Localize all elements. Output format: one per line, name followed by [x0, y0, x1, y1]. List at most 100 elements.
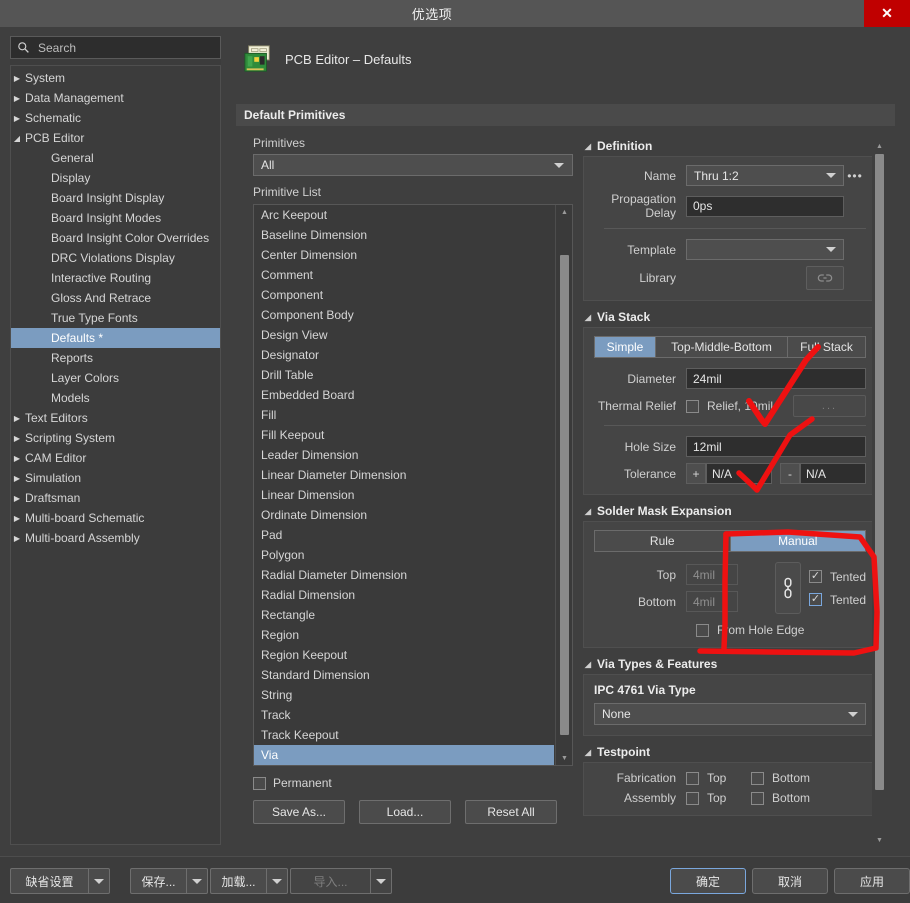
sidebar-item-multi-board-assembly[interactable]: ▶Multi-board Assembly [11, 528, 220, 548]
primitive-list-scrollbar[interactable]: ▲ ▼ [555, 205, 572, 765]
scroll-up-icon[interactable]: ▲ [556, 205, 573, 219]
sidebar-item-true-type-fonts[interactable]: True Type Fonts [11, 308, 220, 328]
primitive-list-item[interactable]: Radial Dimension [254, 585, 554, 605]
thermal-relief-more-button[interactable]: ... [793, 395, 866, 417]
sidebar-item-multi-board-schematic[interactable]: ▶Multi-board Schematic [11, 508, 220, 528]
sidebar-item-layer-colors[interactable]: Layer Colors [11, 368, 220, 388]
primitive-list-item[interactable]: Fill Keepout [254, 425, 554, 445]
primitive-list-item[interactable]: Rectangle [254, 605, 554, 625]
sidebar-item-schematic[interactable]: ▶Schematic [11, 108, 220, 128]
bottom-tented-checkbox[interactable] [809, 593, 822, 606]
expander-collapsed-icon[interactable]: ▶ [11, 434, 23, 443]
primitive-list-item[interactable]: Linear Diameter Dimension [254, 465, 554, 485]
via-types-group-header[interactable]: ◢ Via Types & Features [583, 654, 877, 674]
expander-collapsed-icon[interactable]: ▶ [11, 514, 23, 523]
primitive-list-item[interactable]: Radial Diameter Dimension [254, 565, 554, 585]
library-link-button[interactable] [806, 266, 844, 290]
expander-collapse-icon[interactable]: ◢ [583, 507, 593, 516]
primitives-filter-select[interactable]: All [253, 154, 573, 176]
via-stack-mode-full-stack[interactable]: Full Stack [788, 336, 866, 358]
expander-collapsed-icon[interactable]: ▶ [11, 534, 23, 543]
expander-collapse-icon[interactable]: ◢ [583, 748, 593, 757]
sidebar-item-draftsman[interactable]: ▶Draftsman [11, 488, 220, 508]
primitive-list-item[interactable]: Standard Dimension [254, 665, 554, 685]
assembly-bottom-checkbox[interactable] [751, 792, 764, 805]
primitive-list-item[interactable]: Drill Table [254, 365, 554, 385]
sidebar-item-pcb-editor[interactable]: ◢PCB Editor [11, 128, 220, 148]
scrollbar-thumb[interactable] [560, 255, 569, 735]
permanent-checkbox[interactable] [253, 777, 266, 790]
sidebar-item-simulation[interactable]: ▶Simulation [11, 468, 220, 488]
expander-collapsed-icon[interactable]: ▶ [11, 494, 23, 503]
defaults-dropdown-arrow[interactable] [88, 868, 110, 894]
primitive-list-item[interactable]: Track [254, 705, 554, 725]
properties-scrollbar[interactable]: ▲ ▼ [872, 140, 887, 846]
diameter-input[interactable]: 24mil [686, 368, 866, 389]
via-stack-mode-segmented[interactable]: Simple Top-Middle-Bottom Full Stack [594, 336, 866, 358]
fabrication-top-checkbox[interactable] [686, 772, 699, 785]
mask-top-input[interactable]: 4mil [686, 564, 738, 585]
solder-mask-mode-segmented[interactable]: Rule Manual [594, 530, 866, 552]
expander-expanded-icon[interactable]: ◢ [11, 134, 23, 143]
load-dropdown-arrow[interactable] [266, 868, 288, 894]
sidebar-item-interactive-routing[interactable]: Interactive Routing [11, 268, 220, 288]
expander-collapse-icon[interactable]: ◢ [583, 660, 593, 669]
primitive-list-item[interactable]: Baseline Dimension [254, 225, 554, 245]
primitive-list-item[interactable]: Region [254, 625, 554, 645]
solder-mask-group-header[interactable]: ◢ Solder Mask Expansion [583, 501, 877, 521]
via-stack-mode-top-middle-bottom[interactable]: Top-Middle-Bottom [656, 336, 788, 358]
primitive-list-item[interactable]: Polygon [254, 545, 554, 565]
close-icon[interactable]: ✕ [864, 0, 910, 27]
name-select[interactable]: Thru 1:2 [686, 165, 844, 186]
primitive-list-item[interactable]: Fill [254, 405, 554, 425]
sidebar-item-general[interactable]: General [11, 148, 220, 168]
primitive-list-item[interactable]: Pad [254, 525, 554, 545]
sidebar-item-scripting-system[interactable]: ▶Scripting System [11, 428, 220, 448]
template-select[interactable] [686, 239, 844, 260]
sidebar-item-models[interactable]: Models [11, 388, 220, 408]
sidebar-item-data-management[interactable]: ▶Data Management [11, 88, 220, 108]
expander-collapsed-icon[interactable]: ▶ [11, 474, 23, 483]
expander-collapsed-icon[interactable]: ▶ [11, 94, 23, 103]
via-stack-group-header[interactable]: ◢ Via Stack [583, 307, 877, 327]
sidebar-item-board-insight-display[interactable]: Board Insight Display [11, 188, 220, 208]
primitive-list-item[interactable]: Designator [254, 345, 554, 365]
primitive-list[interactable]: Arc KeepoutBaseline DimensionCenter Dime… [254, 205, 554, 765]
load-button[interactable]: Load... [359, 800, 451, 824]
mask-bottom-input[interactable]: 4mil [686, 591, 738, 612]
solder-mask-mode-rule[interactable]: Rule [594, 530, 731, 552]
sidebar-item-board-insight-modes[interactable]: Board Insight Modes [11, 208, 220, 228]
primitive-list-item[interactable]: Component [254, 285, 554, 305]
top-tented-checkbox[interactable] [809, 570, 822, 583]
sidebar-item-system[interactable]: ▶System [11, 68, 220, 88]
sidebar-item-cam-editor[interactable]: ▶CAM Editor [11, 448, 220, 468]
testpoint-group-header[interactable]: ◢ Testpoint [583, 742, 877, 762]
search-input[interactable] [36, 40, 214, 56]
save-as-button[interactable]: Save As... [253, 800, 345, 824]
ok-button[interactable]: 确定 [670, 868, 746, 894]
permanent-checkbox-row[interactable]: Permanent [253, 776, 573, 790]
primitive-list-item[interactable]: Linear Dimension [254, 485, 554, 505]
scrollbar-thumb[interactable] [875, 154, 884, 790]
cancel-button[interactable]: 取消 [752, 868, 828, 894]
primitive-list-item[interactable]: Region Keepout [254, 645, 554, 665]
save-dropdown-arrow[interactable] [186, 868, 208, 894]
load-button[interactable]: 加载... [210, 868, 266, 894]
fabrication-bottom-checkbox[interactable] [751, 772, 764, 785]
primitive-list-item[interactable]: Ordinate Dimension [254, 505, 554, 525]
sidebar-item-reports[interactable]: Reports [11, 348, 220, 368]
sidebar-item-text-editors[interactable]: ▶Text Editors [11, 408, 220, 428]
primitive-list-item[interactable]: Track Keepout [254, 725, 554, 745]
scroll-up-icon[interactable]: ▲ [872, 140, 887, 152]
primitive-list-item[interactable]: Design View [254, 325, 554, 345]
scroll-down-icon[interactable]: ▼ [872, 834, 887, 846]
load-split-button[interactable]: 加载... [210, 868, 288, 894]
name-more-button[interactable]: ••• [844, 169, 866, 183]
apply-button[interactable]: 应用 [834, 868, 910, 894]
search-box[interactable] [10, 36, 221, 59]
tolerance-plus-input[interactable]: N/A [706, 463, 772, 484]
assembly-top-checkbox[interactable] [686, 792, 699, 805]
sidebar-item-defaults[interactable]: Defaults * [11, 328, 220, 348]
expander-collapsed-icon[interactable]: ▶ [11, 414, 23, 423]
expander-collapse-icon[interactable]: ◢ [583, 313, 593, 322]
